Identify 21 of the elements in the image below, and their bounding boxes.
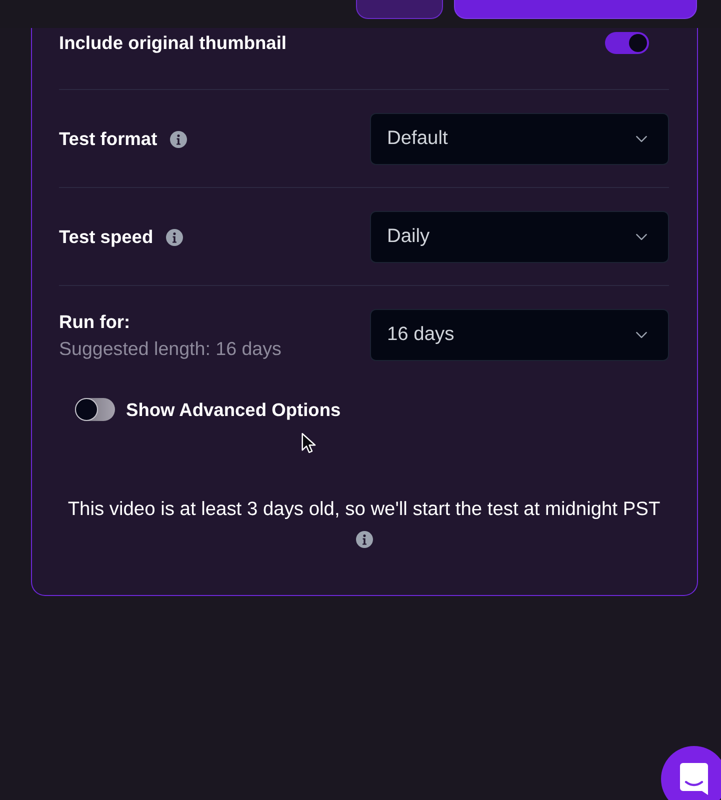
toggle-switch[interactable] [75,398,115,421]
info-icon[interactable] [356,531,372,548]
chevron-down-icon [635,135,648,143]
dropdown-select[interactable]: Daily [370,211,669,263]
notice-text: This video is at least 3 days old, so we'll start the test at midnight PST [68,499,660,521]
chevron-down-icon [635,331,648,339]
chat-launcher-button[interactable] [661,746,721,800]
setting-label: Include original thumbnail [59,32,287,54]
hint-text: Suggested length: 16 days [59,338,282,360]
info-icon[interactable] [166,228,184,246]
mouse-pointer-icon [301,431,318,455]
chevron-down-icon [635,233,648,241]
setting-label: Test format [59,128,158,150]
setting-label: Test speed [59,226,154,248]
toggle-switch[interactable] [605,32,649,54]
toggle-label: Show Advanced Options [126,398,341,420]
info-icon[interactable] [170,130,188,148]
setting-label: Run for: [59,310,130,332]
dropdown-select[interactable]: 16 days [370,309,669,361]
dropdown-select[interactable]: Default [370,113,669,165]
chat-bubble-icon [680,763,708,795]
